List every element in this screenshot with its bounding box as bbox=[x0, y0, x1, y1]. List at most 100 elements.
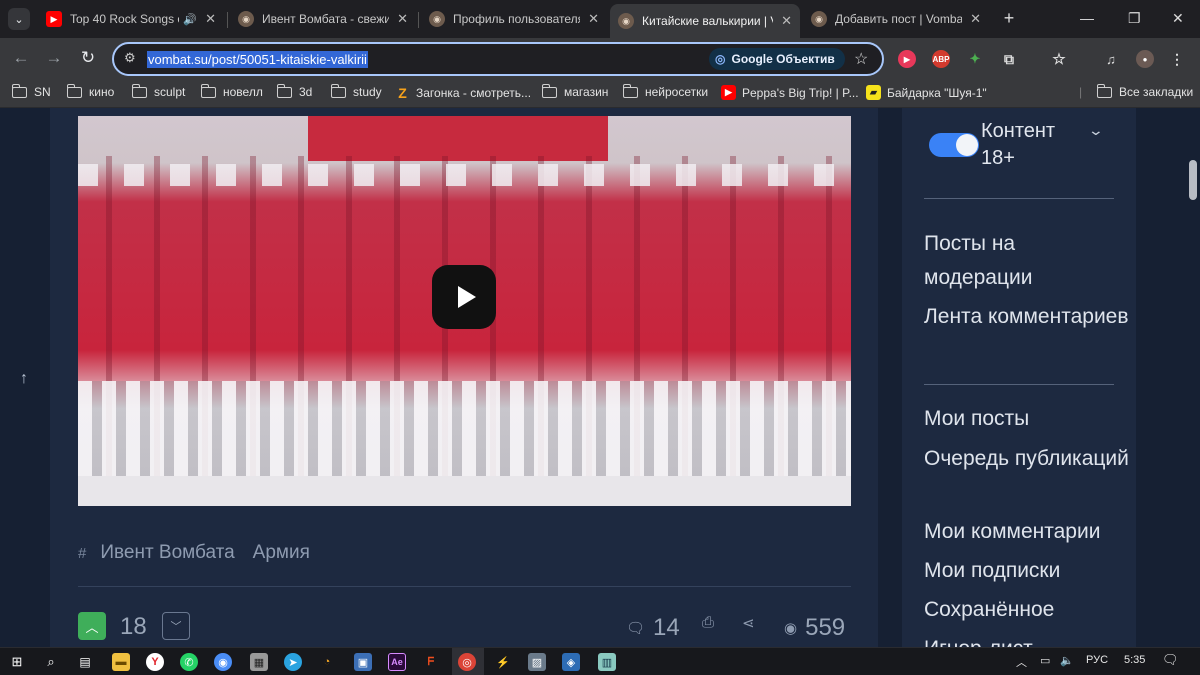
whatsapp-icon[interactable]: ✆ bbox=[180, 653, 198, 671]
site-info-icon[interactable]: ⚙ bbox=[124, 50, 136, 66]
close-icon[interactable]: ✕ bbox=[970, 11, 981, 27]
bookmark-folder-kino[interactable]: кино bbox=[66, 83, 115, 99]
bookmark-folder-novell[interactable]: новелл bbox=[200, 83, 263, 99]
tag-link[interactable]: Ивент Вомбата bbox=[100, 542, 234, 564]
play-button[interactable] bbox=[432, 265, 496, 329]
bookmark-star-icon[interactable]: ☆ bbox=[854, 49, 868, 69]
volume-icon[interactable]: 🔈 bbox=[1060, 654, 1074, 667]
reload-button[interactable]: ↻ bbox=[77, 48, 99, 68]
forward-button[interactable]: → bbox=[43, 48, 65, 68]
app-bolt-icon[interactable]: ⚡ bbox=[494, 653, 512, 671]
bookmark-folder-sculpt[interactable]: sculpt bbox=[131, 83, 185, 99]
tab-title: Top 40 Rock Songs of bbox=[70, 12, 180, 26]
google-lens-button[interactable]: ◎ Google Объектив bbox=[709, 48, 845, 70]
page-content: ↑ # Ивент Вомбата Армия ︿ 18 ﹀ 🗨 14 ⎙ ⋖ bbox=[0, 108, 1200, 647]
post-card: # Ивент Вомбата Армия ︿ 18 ﹀ 🗨 14 ⎙ ⋖ ◉ … bbox=[50, 108, 878, 647]
sidebar-link-comments-feed[interactable]: Лента комментариев bbox=[924, 300, 1129, 334]
notepad-icon[interactable]: ▥ bbox=[598, 653, 616, 671]
all-bookmarks-folder[interactable]: Все закладки bbox=[1096, 83, 1193, 99]
folder-icon bbox=[200, 83, 216, 98]
clock[interactable]: 5:35 bbox=[1124, 654, 1145, 666]
search-icon[interactable]: ⌕ bbox=[42, 653, 60, 671]
sidebar-link-my-comments[interactable]: Мои комментарии bbox=[924, 515, 1129, 549]
tab-profile[interactable]: ◉ Профиль пользователя ✕ bbox=[421, 4, 607, 34]
task-view-icon[interactable]: ▤ bbox=[76, 653, 94, 671]
upvote-button[interactable]: ︿ bbox=[78, 612, 106, 640]
bookmark-label: Загонка - смотреть... bbox=[416, 85, 532, 100]
bookmark-label: кино bbox=[89, 85, 115, 99]
windows-start-icon[interactable]: ⊞ bbox=[8, 653, 26, 671]
downvote-button[interactable]: ﹀ bbox=[162, 612, 190, 640]
calculator-icon[interactable]: ▦ bbox=[250, 653, 268, 671]
sidebar-link-saved[interactable]: Сохранённое bbox=[924, 593, 1129, 627]
bookmark-folder-neiroseti[interactable]: нейросетки bbox=[622, 83, 708, 99]
tab-kitaiskie-valkirii[interactable]: ◉ Китайские валькирии | V ✕ bbox=[610, 4, 800, 38]
bookmark-zagonka[interactable]: Z Загонка - смотреть... bbox=[395, 85, 532, 101]
restore-button[interactable]: ❐ bbox=[1128, 10, 1141, 27]
bookmarks-star-icon[interactable]: ☆ bbox=[1050, 50, 1068, 68]
sidebar-link-ignore-list[interactable]: Игнор-лист bbox=[924, 632, 1129, 647]
tab-rock-songs[interactable]: ▶ Top 40 Rock Songs of 🔊 ✕ bbox=[38, 4, 224, 34]
sidebar-link-my-subscriptions[interactable]: Мои подписки bbox=[924, 554, 1129, 588]
scroll-to-top-icon[interactable]: ↑ bbox=[20, 370, 28, 388]
tray-overflow-icon[interactable]: ︿ bbox=[1016, 654, 1027, 670]
close-icon[interactable]: ✕ bbox=[397, 11, 408, 27]
tab-ivent-vombata[interactable]: ◉ Ивент Вомбата - свежие ✕ bbox=[230, 4, 416, 34]
browser-toolbar: ← → ↻ ⚙ vombat.su/post/50051-kitaiskie-v… bbox=[0, 38, 1200, 80]
notifications-icon[interactable]: 🗨 bbox=[1162, 652, 1179, 668]
tab-search-button[interactable]: ⌄ bbox=[8, 8, 30, 30]
app-blue-icon[interactable]: ▣ bbox=[354, 653, 372, 671]
speaker-icon[interactable]: 🔊 bbox=[183, 13, 197, 26]
sidebar-divider bbox=[924, 198, 1114, 199]
yandex-browser-icon[interactable]: Y bbox=[146, 653, 164, 671]
bookmark-folder-study[interactable]: study bbox=[330, 83, 382, 99]
minimize-button[interactable]: — bbox=[1080, 10, 1094, 26]
bookmark-folder-3d[interactable]: 3d bbox=[276, 83, 312, 99]
close-icon[interactable]: ✕ bbox=[205, 11, 216, 27]
bookmark-folder-sn[interactable]: SN bbox=[11, 83, 51, 99]
adult-content-toggle[interactable] bbox=[929, 133, 979, 157]
close-window-button[interactable]: ✕ bbox=[1172, 10, 1184, 27]
media-control-icon[interactable]: ♫ bbox=[1102, 50, 1120, 68]
chrome-icon[interactable]: ◎ bbox=[458, 653, 476, 671]
sidebar-link-moderation[interactable]: Посты на модерации bbox=[924, 227, 1129, 295]
back-button[interactable]: ← bbox=[10, 48, 32, 68]
bookmark-folder-magazin[interactable]: магазин bbox=[541, 83, 608, 99]
page-scrollbar[interactable] bbox=[1189, 160, 1197, 200]
menu-kebab-icon[interactable]: ⋮ bbox=[1168, 50, 1186, 68]
telegram-icon[interactable]: ➤ bbox=[284, 653, 302, 671]
figma-icon[interactable]: ᖴ bbox=[422, 653, 440, 671]
extension-puzzle-color-icon[interactable]: ✦ bbox=[966, 50, 984, 68]
app-network-icon[interactable]: ◈ bbox=[562, 653, 580, 671]
tab-add-post[interactable]: ◉ Добавить пост | Vombat ✕ bbox=[803, 4, 989, 34]
folder-icon bbox=[131, 83, 147, 98]
youtube-icon: ▶ bbox=[721, 85, 736, 100]
tag-link[interactable]: Армия bbox=[253, 542, 310, 564]
sidebar-link-publish-queue[interactable]: Очередь публикаций bbox=[924, 442, 1129, 476]
file-explorer-icon[interactable]: ▬ bbox=[112, 653, 130, 671]
video-player[interactable] bbox=[78, 116, 851, 506]
network-icon[interactable]: ▭ bbox=[1040, 654, 1050, 667]
profile-avatar[interactable]: ● bbox=[1136, 50, 1154, 68]
close-icon[interactable]: ✕ bbox=[588, 11, 599, 27]
extension-record-icon[interactable]: ▶ bbox=[898, 50, 916, 68]
after-effects-icon[interactable]: Ae bbox=[388, 653, 406, 671]
sidebar-link-my-posts[interactable]: Мои посты bbox=[924, 402, 1129, 436]
chrome-like-icon[interactable]: ◉ bbox=[214, 653, 232, 671]
comments-count[interactable]: 🗨 14 bbox=[626, 614, 680, 642]
extensions-icon[interactable]: ⧉ bbox=[1000, 50, 1018, 68]
blender-icon[interactable]: ◔ bbox=[318, 653, 336, 671]
address-bar[interactable]: ⚙ vombat.su/post/50051-kitaiskie-valkiri… bbox=[112, 42, 884, 76]
chevron-down-icon[interactable]: ⌄ bbox=[1088, 122, 1104, 139]
bookmark-peppa[interactable]: ▶ Peppa's Big Trip! | P... bbox=[721, 85, 859, 100]
share-button[interactable]: ⋖ bbox=[742, 614, 763, 632]
new-tab-button[interactable]: + bbox=[998, 8, 1020, 29]
bookmark-baidarka[interactable]: ▰ Байдарка "Шуя-1" bbox=[866, 85, 987, 100]
language-indicator[interactable]: РУС bbox=[1086, 654, 1108, 666]
adblock-plus-icon[interactable]: ABP bbox=[932, 50, 950, 68]
youtube-icon: ▶ bbox=[46, 11, 62, 27]
url-text[interactable]: vombat.su/post/50051-kitaiskie-valkirii bbox=[147, 51, 368, 68]
save-button[interactable]: ⎙ bbox=[702, 614, 722, 631]
close-icon[interactable]: ✕ bbox=[781, 13, 792, 29]
app-landscape-icon[interactable]: ▨ bbox=[528, 653, 546, 671]
